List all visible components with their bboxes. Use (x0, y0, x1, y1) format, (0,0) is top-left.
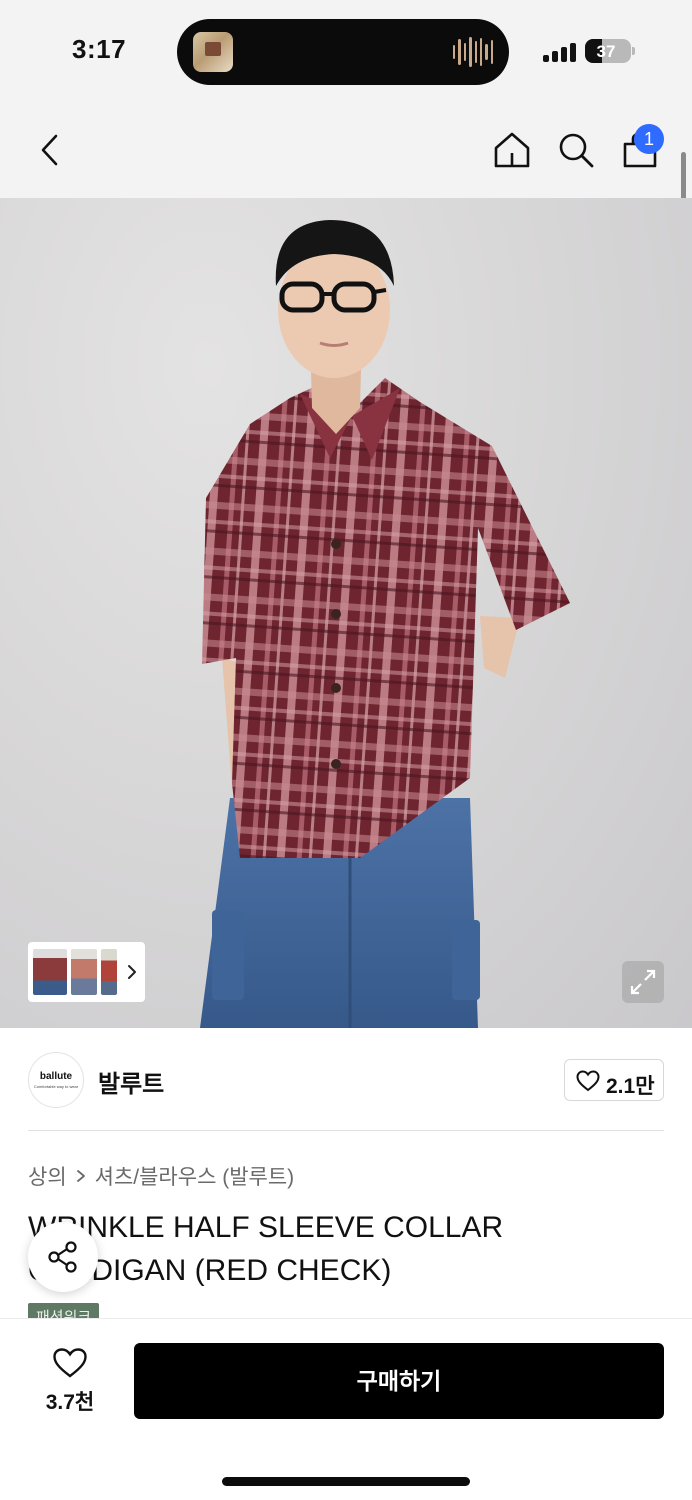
now-playing-thumbnail (193, 32, 233, 72)
home-button[interactable] (490, 128, 534, 172)
expand-icon (630, 969, 656, 995)
search-icon (559, 133, 594, 168)
chevron-right-icon (128, 965, 136, 979)
search-button[interactable] (554, 128, 598, 172)
breadcrumb-category-link[interactable]: 상의 (28, 1161, 67, 1191)
bottom-action-bar: 3.7천 구매하기 (0, 1318, 692, 1500)
breadcrumb: 상의 셔츠/블라우스 (발루트) (28, 1161, 294, 1191)
battery-cap (632, 47, 635, 55)
chevron-right-icon (76, 1170, 85, 1182)
thumbnail-strip-button[interactable] (28, 942, 145, 1002)
status-bar: 3:17 37 (0, 0, 692, 100)
wishlist-button[interactable]: 3.7천 (30, 1345, 110, 1415)
brand-logo-tagline: Comfortable way to wear (33, 1084, 79, 1089)
thumbnail-image (71, 949, 97, 995)
battery-level: 37 (596, 42, 616, 61)
product-title: WRINKLE HALF SLEEVE COLLAR CARDIGAN (RED… (28, 1211, 504, 1287)
heart-outline-icon (53, 1348, 87, 1378)
dynamic-island[interactable] (177, 19, 509, 85)
brand-like-count: 2.1만 (606, 1075, 655, 1098)
share-icon (48, 1241, 77, 1273)
product-hero-image[interactable] (0, 198, 692, 1028)
back-button[interactable] (28, 128, 72, 172)
home-icon (494, 132, 530, 168)
brand-like-button[interactable]: 2.1만 (564, 1059, 664, 1101)
buy-button[interactable]: 구매하기 (134, 1343, 664, 1419)
top-nav-bar (0, 100, 692, 198)
heart-outline-icon (576, 1070, 600, 1092)
cellular-signal-icon (543, 42, 577, 62)
breadcrumb-subcategory-link[interactable]: 셔츠/블라우스 (발루트) (95, 1161, 295, 1191)
status-time: 3:17 (72, 34, 127, 64)
brand-logo[interactable]: ballute Comfortable way to wear (28, 1052, 84, 1108)
chevron-left-icon (41, 134, 58, 166)
brand-logo-text: ballute (39, 1071, 73, 1082)
expand-image-button[interactable] (622, 961, 664, 1003)
thumbnail-image (101, 949, 117, 995)
home-indicator[interactable] (222, 1477, 470, 1486)
cart-count-badge: 1 (634, 124, 664, 154)
battery-icon: 37 (585, 39, 631, 63)
wishlist-count: 3.7천 (45, 1391, 95, 1414)
model-photo (200, 220, 570, 1028)
section-divider (28, 1130, 664, 1131)
share-button[interactable] (28, 1222, 98, 1292)
brand-name-link[interactable]: 발루트 (98, 1064, 164, 1099)
thumbnail-image (33, 949, 67, 995)
audio-waveform-icon (453, 36, 493, 68)
